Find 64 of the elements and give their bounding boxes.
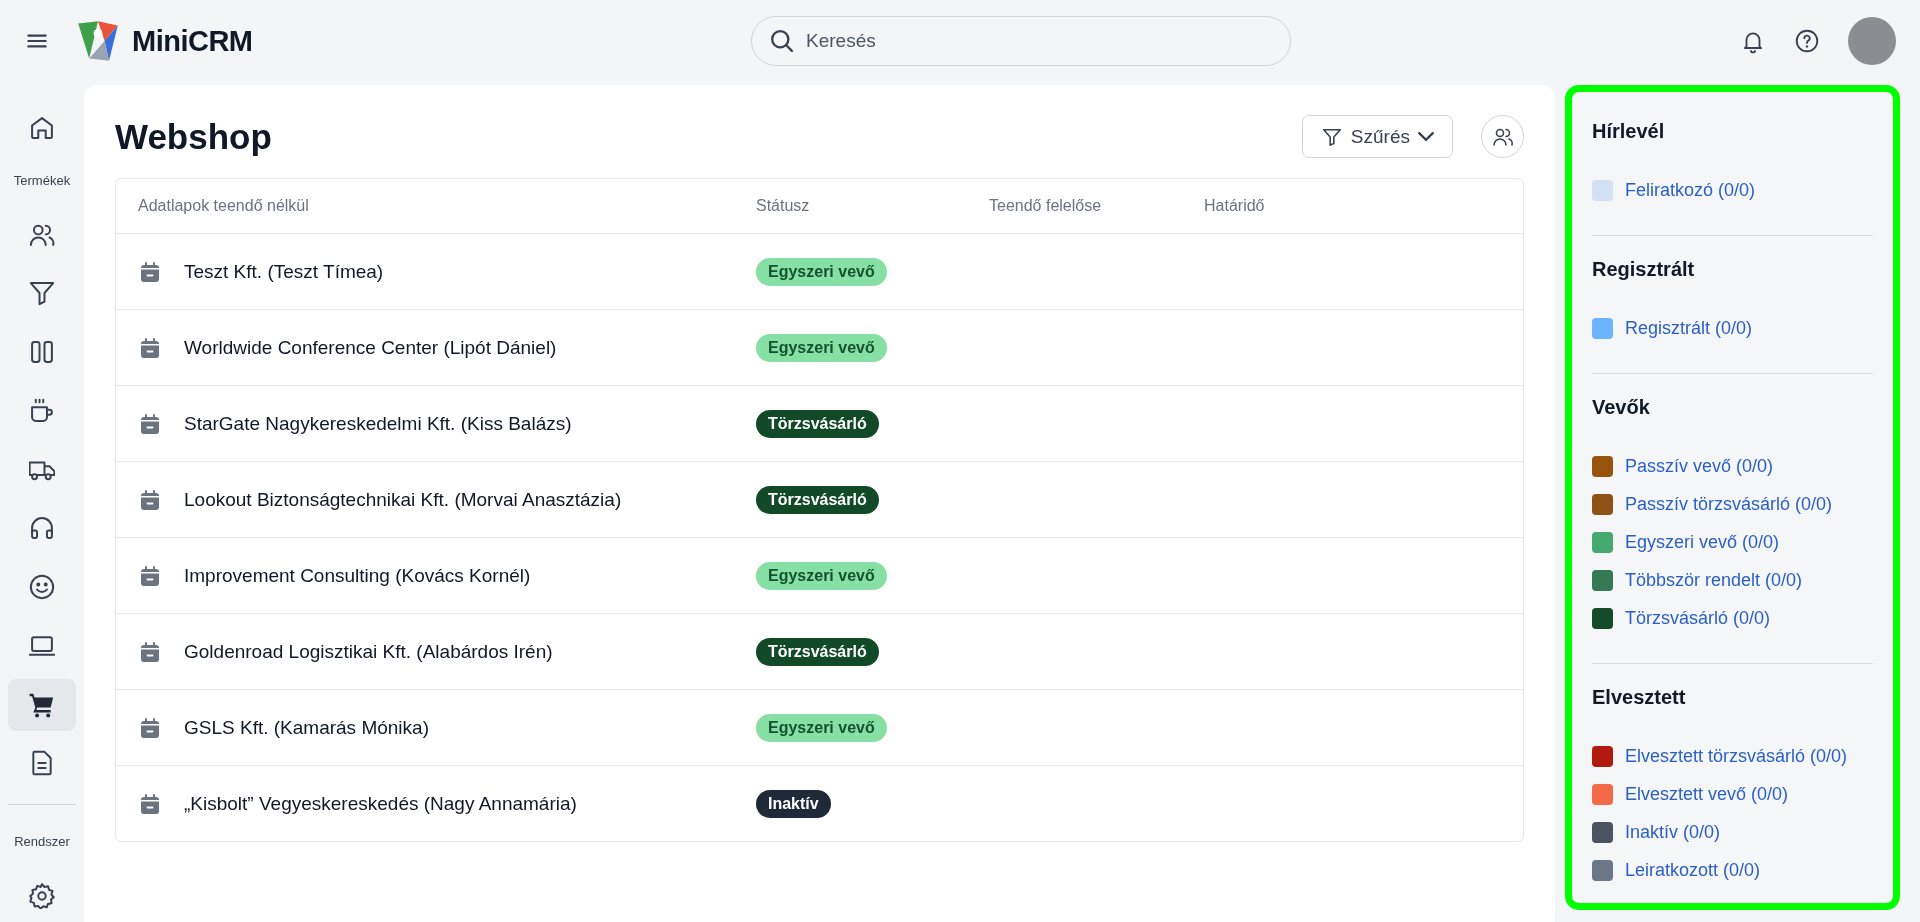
calendar-icon	[138, 487, 162, 512]
status-link[interactable]: Többször rendelt (0/0)	[1625, 569, 1803, 591]
status-link[interactable]: Elvesztett vevő (0/0)	[1625, 783, 1789, 805]
status-badge: Törzsvásárló	[756, 637, 879, 666]
home-icon	[29, 114, 55, 141]
status-link[interactable]: Regisztrált (0/0)	[1625, 317, 1753, 339]
calendar-icon	[138, 411, 162, 436]
columns-icon	[29, 339, 55, 366]
status-badge: Törzsvásárló	[756, 485, 879, 514]
status-link[interactable]: Elvesztett törzsvásárló (0/0)	[1625, 745, 1848, 767]
legend-group-title: Elvesztett	[1592, 686, 1687, 709]
calendar-icon	[138, 715, 162, 740]
column-header: Státusz	[756, 197, 811, 215]
status-link[interactable]: Feliratkozó (0/0)	[1625, 179, 1756, 201]
legend-group-title: Hírlevél	[1592, 120, 1666, 143]
record-name-link[interactable]: StarGate Nagykereskedelmi Kft. (Kiss Balázs)	[184, 412, 572, 435]
column-header: Teendő felelőse	[989, 197, 1103, 215]
calendar-icon	[138, 335, 162, 360]
status-badge: Egyszeri vevő	[756, 561, 887, 590]
status-link[interactable]: Leiratkozott (0/0)	[1625, 859, 1761, 881]
record-name-link[interactable]: Teszt Kft. (Teszt Tímea)	[184, 260, 384, 283]
record-name-link[interactable]: Lookout Biztonságtechnikai Kft. (Morvai Anasztázia)	[184, 488, 622, 511]
user-avatar[interactable]	[1848, 17, 1896, 65]
record-name-link[interactable]: „Kisbolt” Vegyeskereskedés (Nagy Annamária)	[184, 792, 577, 815]
column-header: Határidő	[1204, 197, 1266, 215]
record-name-link[interactable]: Improvement Consulting (Kovács Kornél)	[184, 564, 531, 587]
status-link[interactable]: Inaktív (0/0)	[1625, 821, 1721, 843]
status-link[interactable]: Egyszeri vevő (0/0)	[1625, 531, 1780, 553]
record-name-link[interactable]: Goldenroad Logisztikai Kft. (Alabárdos Irén)	[184, 640, 553, 663]
calendar-icon	[138, 791, 162, 816]
section-label: Rendszer	[14, 834, 70, 850]
record-name-link[interactable]: Worldwide Conference Center (Lipót Dániel)	[184, 336, 557, 359]
cup-icon	[29, 397, 55, 424]
status-badge: Inaktív	[756, 789, 831, 818]
headphones-icon	[29, 515, 55, 542]
cart-icon	[29, 691, 55, 718]
document-icon	[29, 750, 55, 777]
calendar-icon	[138, 563, 162, 588]
status-badge: Egyszeri vevő	[756, 713, 887, 742]
status-link[interactable]: Törzsvásárló (0/0)	[1625, 607, 1771, 629]
logo-icon	[76, 19, 120, 63]
record-name-link[interactable]: GSLS Kft. (Kamarás Mónika)	[184, 716, 429, 739]
status-badge: Egyszeri vevő	[756, 257, 887, 286]
help-icon[interactable]	[1794, 28, 1820, 54]
gear-icon	[29, 883, 55, 910]
column-header: Adatlapok teendő nélkül	[138, 197, 310, 215]
chevron-down-icon	[1418, 132, 1434, 141]
calendar-icon	[138, 639, 162, 664]
filter-icon	[29, 280, 55, 307]
users-button[interactable]	[1481, 115, 1524, 158]
legend-group-title: Vevők	[1592, 396, 1651, 419]
nav-item[interactable]	[8, 678, 76, 731]
logo-text: MiniCRM	[132, 24, 253, 58]
page-title: Webshop	[115, 116, 272, 157]
status-badge: Egyszeri vevő	[756, 333, 887, 362]
smile-icon	[29, 574, 55, 601]
search-field[interactable]: Keresés	[751, 16, 1291, 66]
status-link[interactable]: Passzív vevő (0/0)	[1625, 455, 1774, 477]
filter-button[interactable]: Szűrés	[1301, 115, 1453, 158]
status-link[interactable]: Passzív törzsvásárló (0/0)	[1625, 493, 1833, 515]
legend-group-title: Regisztrált	[1592, 258, 1696, 281]
section-label: Termékek	[13, 172, 71, 188]
status-badge: Törzsvásárló	[756, 409, 879, 438]
calendar-icon	[138, 259, 162, 284]
